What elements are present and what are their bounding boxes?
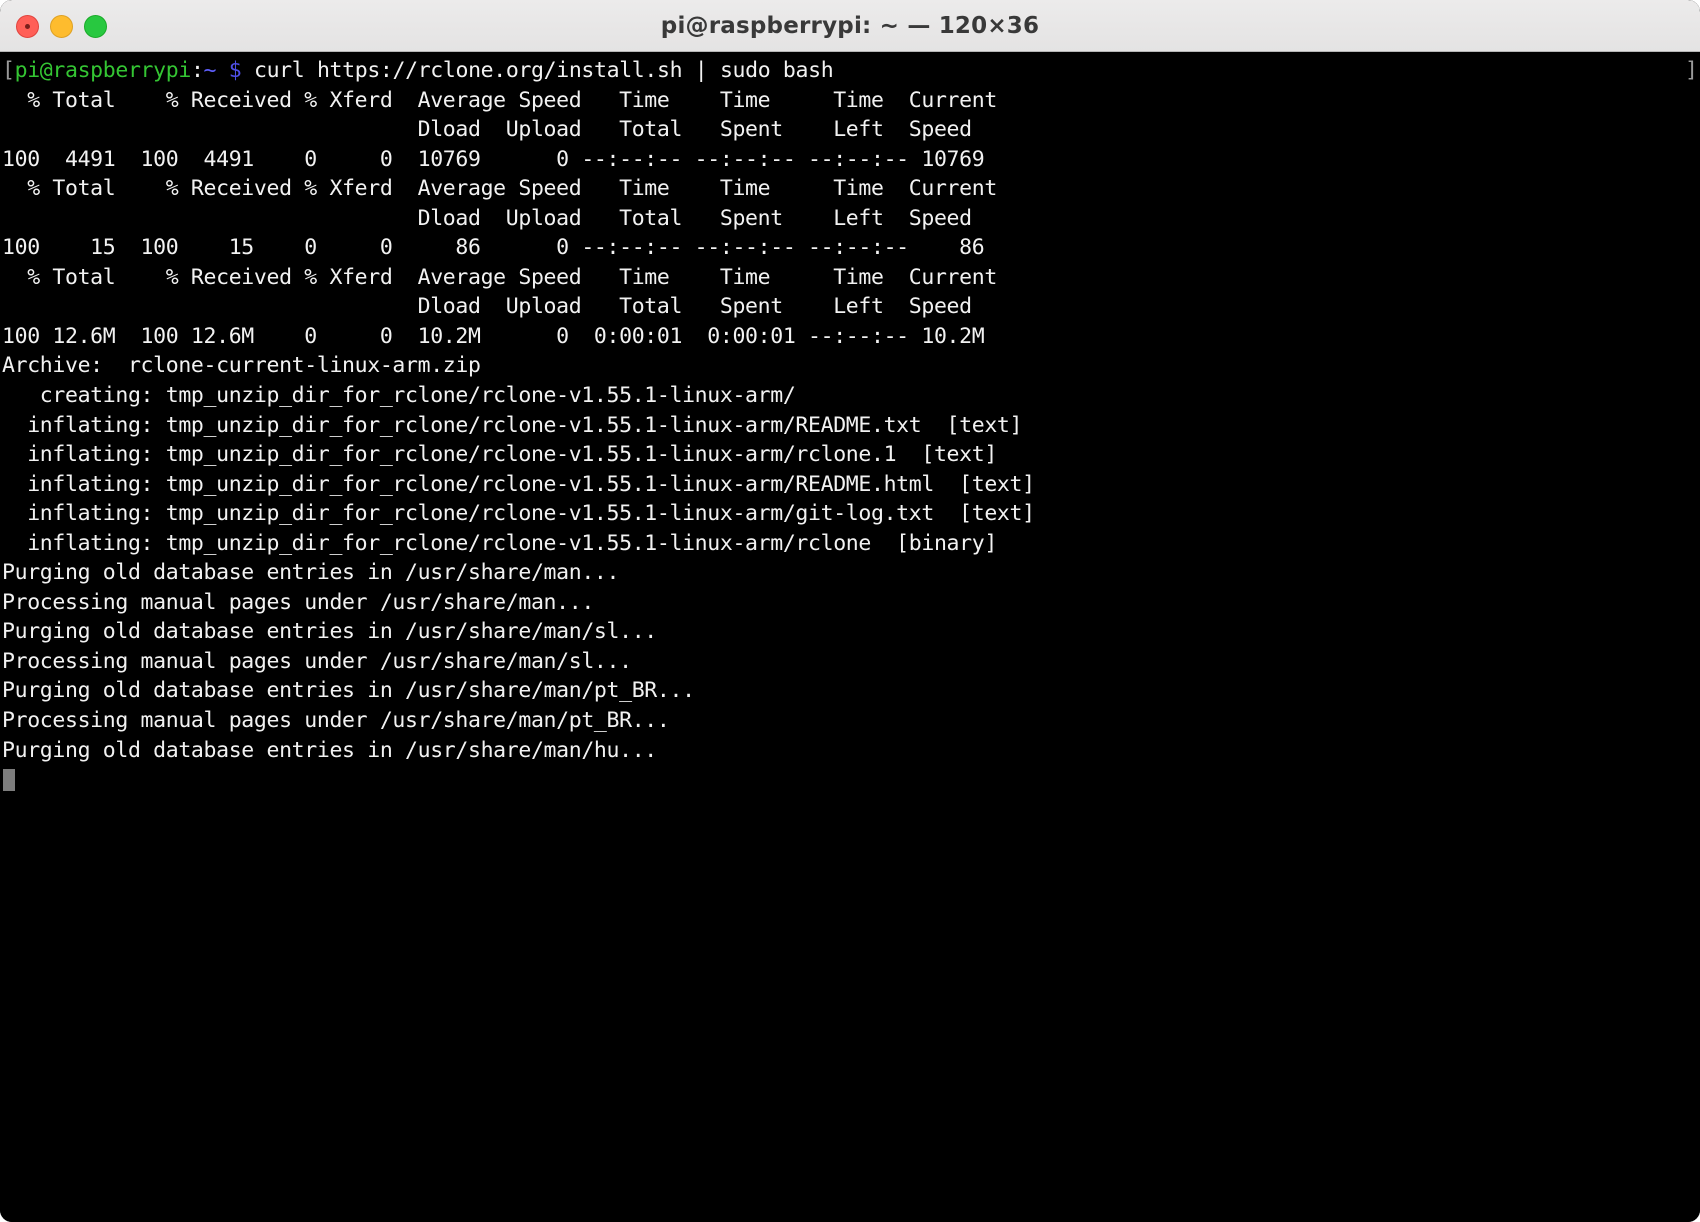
maximize-window-button[interactable]: [84, 14, 107, 38]
mandb-output-line: Purging old database entries in /usr/sha…: [2, 678, 695, 704]
mandb-output-line: Processing manual pages under /usr/share…: [2, 708, 670, 734]
window-title: pi@raspberrypi: ~ — 120×36: [660, 12, 1040, 39]
mandb-output-line: Purging old database entries in /usr/sha…: [2, 737, 657, 763]
prompt-sigil: $: [228, 58, 242, 83]
terminal-window: pi@raspberrypi: ~ — 120×36 ] [pi@raspber…: [0, 0, 1700, 1222]
window-controls: [16, 0, 107, 52]
cursor-line: [0, 765, 1700, 795]
curl-header-row-1: % Total % Received % Xferd Average Speed…: [2, 176, 997, 202]
curl-header-row-1: % Total % Received % Xferd Average Speed…: [2, 87, 997, 113]
unzip-creating-line: creating: tmp_unzip_dir_for_rclone/rclon…: [2, 383, 796, 409]
window-title-bar[interactable]: pi@raspberrypi: ~ — 120×36: [0, 0, 1700, 52]
text-cursor: [3, 769, 15, 792]
mandb-output-line: Purging old database entries in /usr/sha…: [2, 619, 657, 645]
unzip-inflating-line: inflating: tmp_unzip_dir_for_rclone/rclo…: [2, 442, 997, 468]
unzip-archive-line: Archive: rclone-current-linux-arm.zip: [2, 353, 481, 379]
curl-progress-row: 100 15 100 15 0 0 86 0 --:--:-- --:--:--…: [2, 235, 985, 261]
unzip-inflating-line: inflating: tmp_unzip_dir_for_rclone/rclo…: [2, 501, 1035, 527]
unzip-inflating-line: inflating: tmp_unzip_dir_for_rclone/rclo…: [2, 412, 1023, 438]
prompt-line: [pi@raspberrypi:~ $ curl https://rclone.…: [0, 56, 1700, 86]
terminal-screen[interactable]: ] [pi@raspberrypi:~ $ curl https://rclon…: [0, 52, 1700, 1222]
curl-progress-row: 100 4491 100 4491 0 0 10769 0 --:--:-- -…: [2, 146, 985, 172]
curl-header-row-2: Dload Upload Total Spent Left Speed: [2, 205, 973, 231]
curl-header-row-2: Dload Upload Total Spent Left Speed: [2, 294, 973, 320]
close-window-button[interactable]: [16, 14, 39, 38]
scrollback-marker-open: [: [2, 58, 15, 83]
curl-header-row-1: % Total % Received % Xferd Average Speed…: [2, 264, 997, 290]
curl-header-row-2: Dload Upload Total Spent Left Speed: [2, 117, 973, 143]
prompt-user-host: pi@raspberrypi: [14, 58, 192, 83]
mandb-output-line: Processing manual pages under /usr/share…: [2, 589, 594, 615]
command-input[interactable]: curl https://rclone.org/install.sh | sud…: [241, 58, 834, 83]
unzip-inflating-line: inflating: tmp_unzip_dir_for_rclone/rclo…: [2, 530, 997, 556]
unzip-inflating-line: inflating: tmp_unzip_dir_for_rclone/rclo…: [2, 471, 1035, 497]
prompt-path: ~: [203, 58, 217, 83]
prompt-colon: :: [190, 58, 204, 83]
minimize-window-button[interactable]: [50, 14, 73, 38]
mandb-output-line: Processing manual pages under /usr/share…: [2, 648, 632, 674]
curl-progress-row: 100 12.6M 100 12.6M 0 0 10.2M 0 0:00:01 …: [2, 323, 985, 349]
mandb-output-line: Purging old database entries in /usr/sha…: [2, 560, 620, 586]
